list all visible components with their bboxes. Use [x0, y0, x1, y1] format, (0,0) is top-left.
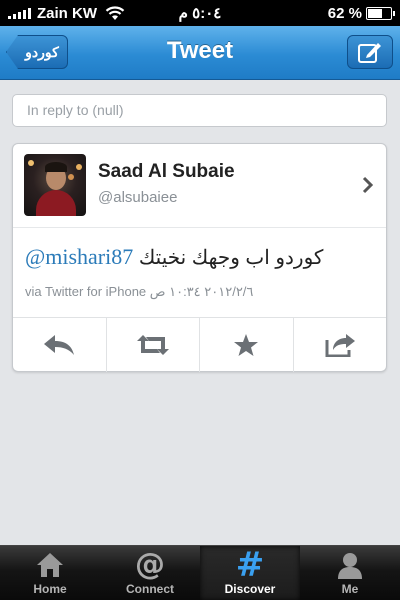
- share-button[interactable]: [294, 318, 387, 372]
- tab-connect[interactable]: @ Connect: [100, 546, 200, 600]
- reply-icon: [44, 335, 75, 355]
- tweet-body: كوردو اب وجهك نخيتك: [138, 247, 324, 269]
- compose-icon: [358, 43, 381, 63]
- tab-home-label: Home: [33, 582, 67, 596]
- retweet-icon: [136, 335, 169, 355]
- user-name: Saad Al Subaie: [98, 161, 235, 182]
- wifi-icon: [105, 6, 125, 20]
- favorite-icon: [234, 334, 259, 356]
- tab-discover[interactable]: # Discover: [200, 546, 300, 600]
- tweet-actions: [13, 317, 386, 372]
- avatar[interactable]: [24, 154, 86, 216]
- battery-percent: 62 %: [327, 4, 362, 22]
- carrier-name: Zain KW: [37, 4, 97, 22]
- page-title: Tweet: [166, 37, 234, 64]
- tweet-card: Saad Al Subaie @alsubaiee @mishari87 كور…: [12, 143, 387, 372]
- battery-icon: [366, 6, 395, 20]
- home-icon: [37, 553, 63, 577]
- tab-bar: Home @ Connect # Discover Me: [0, 545, 400, 600]
- chevron-right-icon: [362, 176, 374, 194]
- tab-home[interactable]: Home: [0, 546, 100, 600]
- tab-discover-label: Discover: [224, 582, 276, 596]
- favorite-button[interactable]: [200, 318, 294, 372]
- reply-button[interactable]: [13, 318, 107, 372]
- status-time: ٥:٠٤ م: [178, 5, 222, 22]
- mention-link[interactable]: @mishari87: [25, 244, 133, 269]
- tab-connect-label: Connect: [126, 582, 174, 596]
- compose-button[interactable]: [347, 35, 393, 69]
- signal-icon: [8, 7, 31, 19]
- tab-me[interactable]: Me: [300, 546, 400, 600]
- person-icon: [338, 553, 362, 579]
- status-bar: Zain KW ٥:٠٤ م 62 %: [0, 0, 400, 26]
- hash-icon: #: [235, 545, 265, 585]
- tweet-text: @mishari87 كوردو اب وجهك نخيتك: [25, 245, 375, 270]
- tweet-meta: via Twitter for iPhone ٢٠١٢/٢/٦ ١٠:٣٤ ص: [25, 284, 254, 299]
- reply-input[interactable]: In reply to (null): [12, 94, 387, 127]
- tab-me-label: Me: [341, 582, 359, 596]
- at-icon: @: [135, 547, 165, 582]
- user-handle: @alsubaiee: [98, 189, 178, 206]
- share-icon: [325, 334, 355, 357]
- retweet-button[interactable]: [107, 318, 200, 372]
- nav-bar: كوردو Tweet: [0, 26, 400, 80]
- user-row[interactable]: Saad Al Subaie @alsubaiee: [13, 144, 386, 228]
